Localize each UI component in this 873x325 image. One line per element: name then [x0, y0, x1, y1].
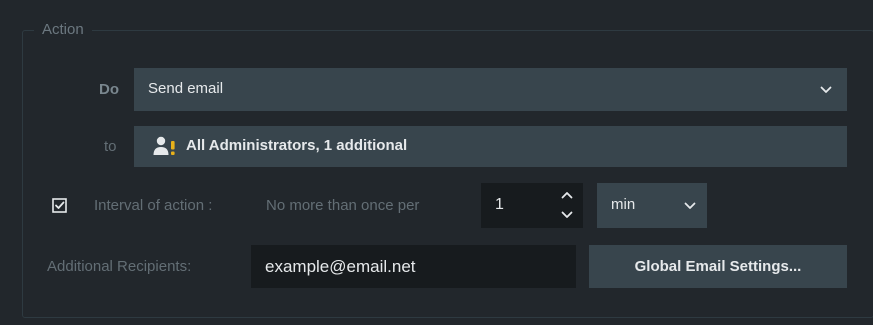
- recipients-selector[interactable]: All Administrators, 1 additional: [134, 126, 847, 167]
- interval-spinbox[interactable]: 1: [481, 183, 583, 228]
- chevron-down-icon: [820, 86, 832, 93]
- chevron-down-icon[interactable]: [561, 211, 573, 219]
- interval-unit-value: min: [611, 196, 636, 213]
- chevron-up-icon[interactable]: [561, 191, 573, 199]
- chevron-down-icon: [684, 202, 696, 209]
- interval-sub-label: No more than once per: [266, 197, 420, 214]
- action-type-value: Send email: [148, 80, 224, 97]
- action-type-dropdown[interactable]: Send email: [134, 68, 847, 111]
- action-group-title: Action: [34, 21, 92, 39]
- interval-label: Interval of action :: [94, 197, 213, 214]
- additional-recipients-field[interactable]: [251, 245, 576, 288]
- additional-recipients-label: Additional Recipients:: [47, 258, 192, 275]
- do-label: Do: [99, 81, 119, 98]
- recipients-value: All Administrators, 1 additional: [186, 137, 408, 154]
- interval-unit-dropdown[interactable]: min: [597, 183, 707, 228]
- checkbox-checked-icon[interactable]: [52, 198, 67, 213]
- global-email-settings-button[interactable]: Global Email Settings...: [589, 245, 847, 288]
- to-label: to: [104, 138, 117, 155]
- interval-value: 1: [495, 196, 504, 213]
- user-warning-icon: [153, 136, 175, 155]
- additional-recipients-input[interactable]: [265, 245, 565, 288]
